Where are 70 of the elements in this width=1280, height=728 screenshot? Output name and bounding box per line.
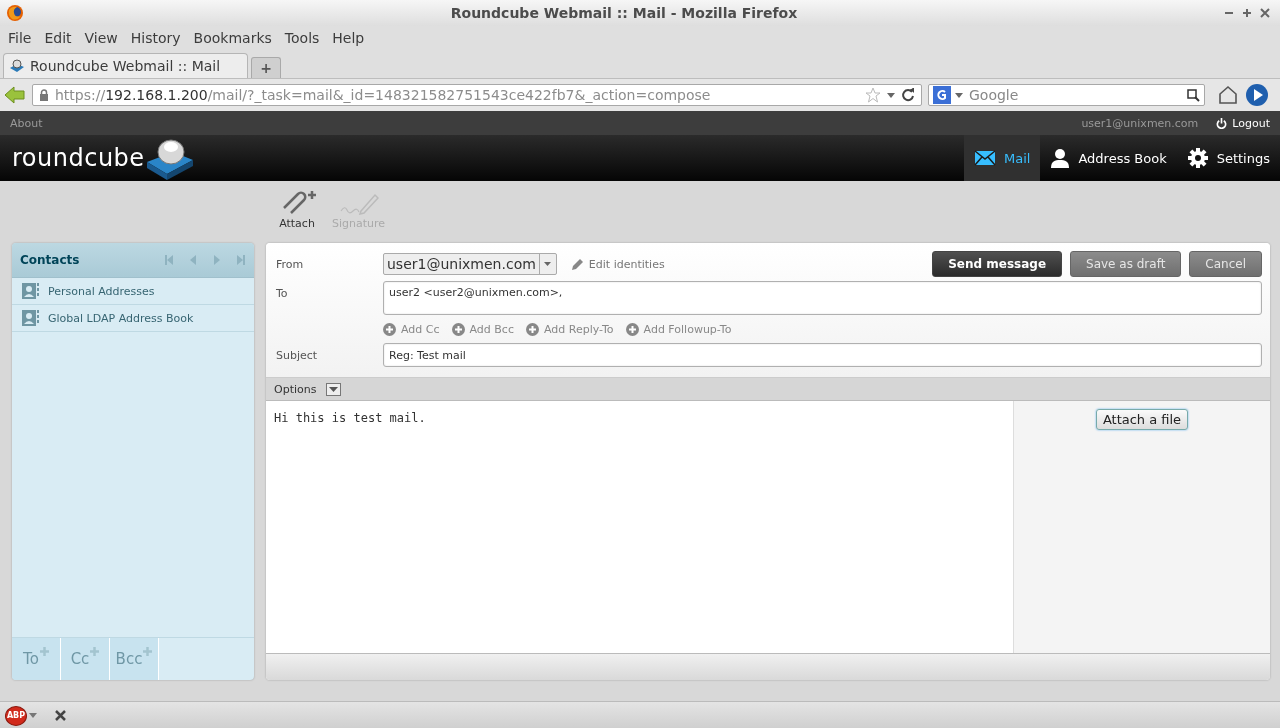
menu-item[interactable]: History: [126, 30, 185, 46]
nav-tab[interactable]: Mail: [964, 135, 1041, 181]
address-book-item[interactable]: Personal Addresses: [12, 278, 254, 305]
dropdown-icon[interactable]: [955, 92, 963, 98]
nav-tab[interactable]: Address Book: [1040, 135, 1177, 181]
message-body-field[interactable]: Hi this is test mail.: [266, 401, 1013, 653]
dropdown-icon[interactable]: [29, 713, 37, 718]
toolbar-button[interactable]: Attach: [278, 191, 316, 243]
add-icon: [383, 322, 396, 336]
search-bar[interactable]: Google: [928, 84, 1205, 106]
menu-item[interactable]: File: [4, 30, 36, 46]
from-select[interactable]: user1@unixmen.com: [383, 253, 557, 275]
panel-title: Contacts: [20, 253, 81, 267]
person-icon: [1050, 148, 1071, 168]
browser-tab[interactable]: Roundcube Webmail :: Mail: [3, 53, 248, 78]
attach-file-button[interactable]: Attach a file: [1095, 409, 1189, 430]
add-icon: [625, 322, 639, 336]
roundcube-logo: roundcube: [0, 135, 195, 181]
lock-icon: [39, 89, 49, 101]
plus-icon: [39, 647, 49, 656]
add-header-link[interactable]: Add Cc: [383, 322, 440, 336]
close-icon[interactable]: [1260, 8, 1270, 18]
subject-field[interactable]: Reg: Test mail: [383, 343, 1262, 367]
menu-item[interactable]: Edit: [40, 30, 76, 46]
star-icon[interactable]: [865, 87, 881, 103]
search-engine-icon[interactable]: [933, 86, 951, 104]
field-label: To: [276, 286, 289, 302]
dropdown-icon[interactable]: [887, 92, 895, 98]
field-label: Subject: [276, 347, 319, 364]
gear-icon: [1186, 147, 1209, 169]
logout-link[interactable]: Logout: [1216, 116, 1270, 130]
reload-icon[interactable]: [901, 88, 915, 102]
address-bar[interactable]: https://192.168.1.200/mail/?_task=mail&_id=148321582751543ce422fb7&_action=compose: [32, 84, 922, 106]
action-button[interactable]: Send message: [932, 251, 1063, 277]
menu-item[interactable]: Help: [328, 30, 369, 46]
adblock-icon[interactable]: ABP: [5, 705, 27, 726]
maximize-icon[interactable]: [1242, 8, 1252, 18]
dropdown-icon: [544, 262, 552, 266]
add-icon: [451, 322, 465, 336]
plus-icon: [143, 647, 153, 656]
search-field[interactable]: Google: [967, 86, 1183, 104]
to-field[interactable]: user2 <user2@unixmen.com>,: [383, 281, 1262, 315]
field-label: From: [276, 256, 305, 273]
expand-icon[interactable]: [326, 382, 342, 396]
envelope-icon: [974, 150, 996, 166]
menu-item[interactable]: View: [80, 30, 122, 46]
search-icon[interactable]: [1187, 88, 1200, 102]
address-book-item[interactable]: Global LDAP Address Book: [12, 305, 254, 332]
new-tab-button[interactable]: +: [251, 57, 281, 78]
power-icon: [1216, 117, 1228, 129]
pencil-icon: [570, 257, 584, 271]
play-icon[interactable]: [1245, 83, 1269, 107]
menu-item[interactable]: Tools: [280, 30, 324, 46]
address-book-icon: [22, 310, 40, 326]
about-link[interactable]: About: [10, 116, 43, 130]
plus-icon: [90, 647, 100, 656]
add-icon: [525, 322, 539, 336]
window-title: Roundcube Webmail :: Mail - Mozilla Firefox: [449, 5, 799, 21]
firefox-icon: [6, 4, 24, 22]
roundcube-favicon-icon: [9, 58, 25, 74]
user-email: user1@unixmen.com: [1081, 116, 1199, 130]
address-book-icon: [22, 283, 40, 299]
close-icon[interactable]: [55, 710, 66, 721]
nav-tab[interactable]: Settings: [1176, 135, 1280, 181]
pen-signature-icon: [338, 191, 379, 215]
home-icon[interactable]: [1217, 85, 1239, 105]
edit-identities-link[interactable]: Edit identities: [570, 257, 665, 271]
menu-item[interactable]: Bookmarks: [189, 30, 276, 46]
back-icon[interactable]: [4, 85, 26, 105]
options-label: Options: [274, 382, 317, 396]
